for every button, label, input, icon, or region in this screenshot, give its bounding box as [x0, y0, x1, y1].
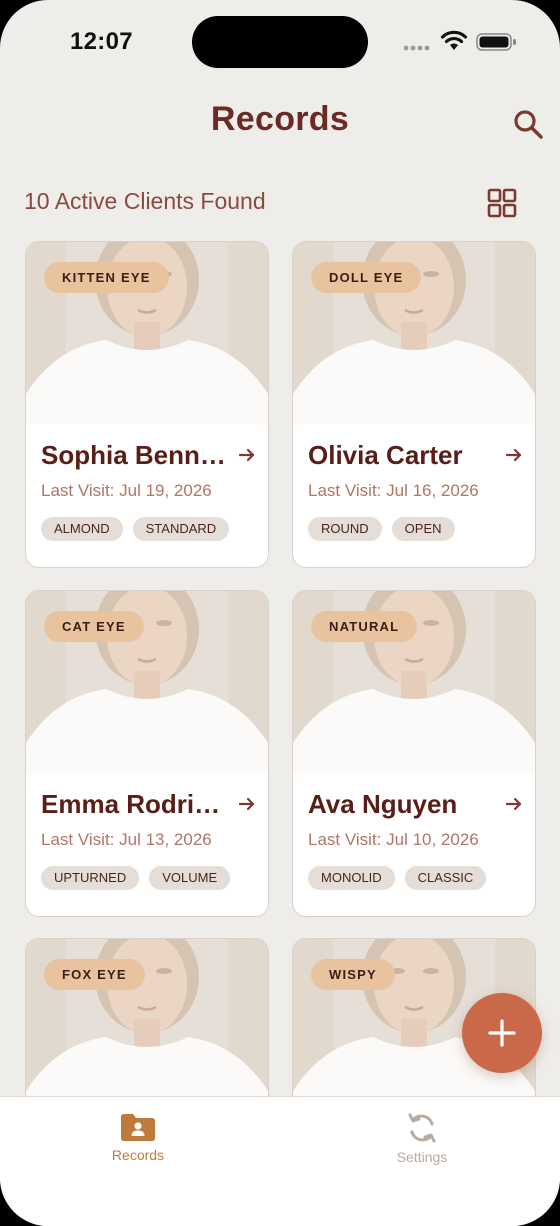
plus-icon: [488, 1019, 516, 1047]
record-card[interactable]: DOLL EYE Olivia Carter Last Visit: Jul 16,…: [292, 241, 536, 568]
tag-list: MONOLID CLASSIC: [308, 866, 487, 890]
status-bar: 12:07: [0, 0, 560, 84]
record-card[interactable]: CAT EYE Emma Rodrig... Last Visit: Jul 13,…: [25, 590, 269, 917]
tab-bar: Records Settings: [0, 1096, 560, 1226]
lash-style-badge: FOX EYE: [44, 959, 145, 990]
eye-tag: STANDARD: [132, 517, 230, 541]
last-visit-text: Last Visit: Jul 10, 2026: [308, 830, 479, 849]
tag-list: ALMOND STANDARD: [41, 517, 230, 541]
last-visit-text: Last Visit: Jul 13, 2026: [41, 830, 212, 849]
record-card[interactable]: KITTEN EYE Sophia Benne... Last Visit: Jul…: [25, 241, 269, 568]
arrow-right-icon: [505, 448, 522, 462]
search-icon[interactable]: [512, 108, 546, 142]
lash-style-badge: WISPY: [311, 959, 395, 990]
sync-icon: [408, 1113, 436, 1143]
app-screen: 12:07 Records 10 Active Clients Found KI…: [0, 0, 560, 1226]
tab-records-label: Records: [111, 1147, 165, 1163]
wifi-icon: [440, 30, 468, 50]
eye-tag: OPEN: [391, 517, 455, 541]
eye-tag: CLASSIC: [404, 866, 487, 890]
client-name: Olivia Carter: [308, 440, 463, 470]
tab-settings-label: Settings: [396, 1149, 448, 1165]
lash-style-badge: KITTEN EYE: [44, 262, 169, 293]
lash-style-badge: CAT EYE: [44, 611, 144, 642]
lash-style-badge: DOLL EYE: [311, 262, 422, 293]
arrow-right-icon: [505, 797, 522, 811]
signal-icon: [403, 45, 430, 51]
eye-tag: VOLUME: [149, 866, 231, 890]
last-visit-text: Last Visit: Jul 16, 2026: [308, 481, 479, 500]
grid-view-icon[interactable]: [486, 187, 518, 219]
add-record-button[interactable]: [462, 993, 542, 1073]
last-visit-text: Last Visit: Jul 19, 2026: [41, 481, 212, 500]
tag-list: ROUND OPEN: [308, 517, 455, 541]
eye-tag: ALMOND: [41, 517, 123, 541]
arrow-right-icon: [238, 797, 255, 811]
record-card[interactable]: NATURAL Ava Nguyen Last Visit: Jul 10, 202…: [292, 590, 536, 917]
lash-style-badge: NATURAL: [311, 611, 418, 642]
client-name: Ava Nguyen: [308, 789, 458, 819]
page-title: Records: [210, 100, 350, 138]
arrow-right-icon: [238, 448, 255, 462]
folder-person-icon: [121, 1114, 155, 1141]
dynamic-island: [192, 16, 368, 68]
status-time: 12:07: [70, 28, 133, 55]
client-name: Emma Rodrig...: [41, 789, 226, 819]
battery-icon: [476, 33, 516, 51]
tag-list: UPTURNED VOLUME: [41, 866, 231, 890]
client-count-text: 10 Active Clients Found: [24, 188, 266, 214]
tab-settings[interactable]: Settings: [342, 1111, 502, 1165]
eye-tag: UPTURNED: [41, 866, 140, 890]
eye-tag: MONOLID: [308, 866, 395, 890]
client-name: Sophia Benne...: [41, 440, 226, 470]
tab-records[interactable]: Records: [58, 1111, 218, 1163]
eye-tag: ROUND: [308, 517, 382, 541]
